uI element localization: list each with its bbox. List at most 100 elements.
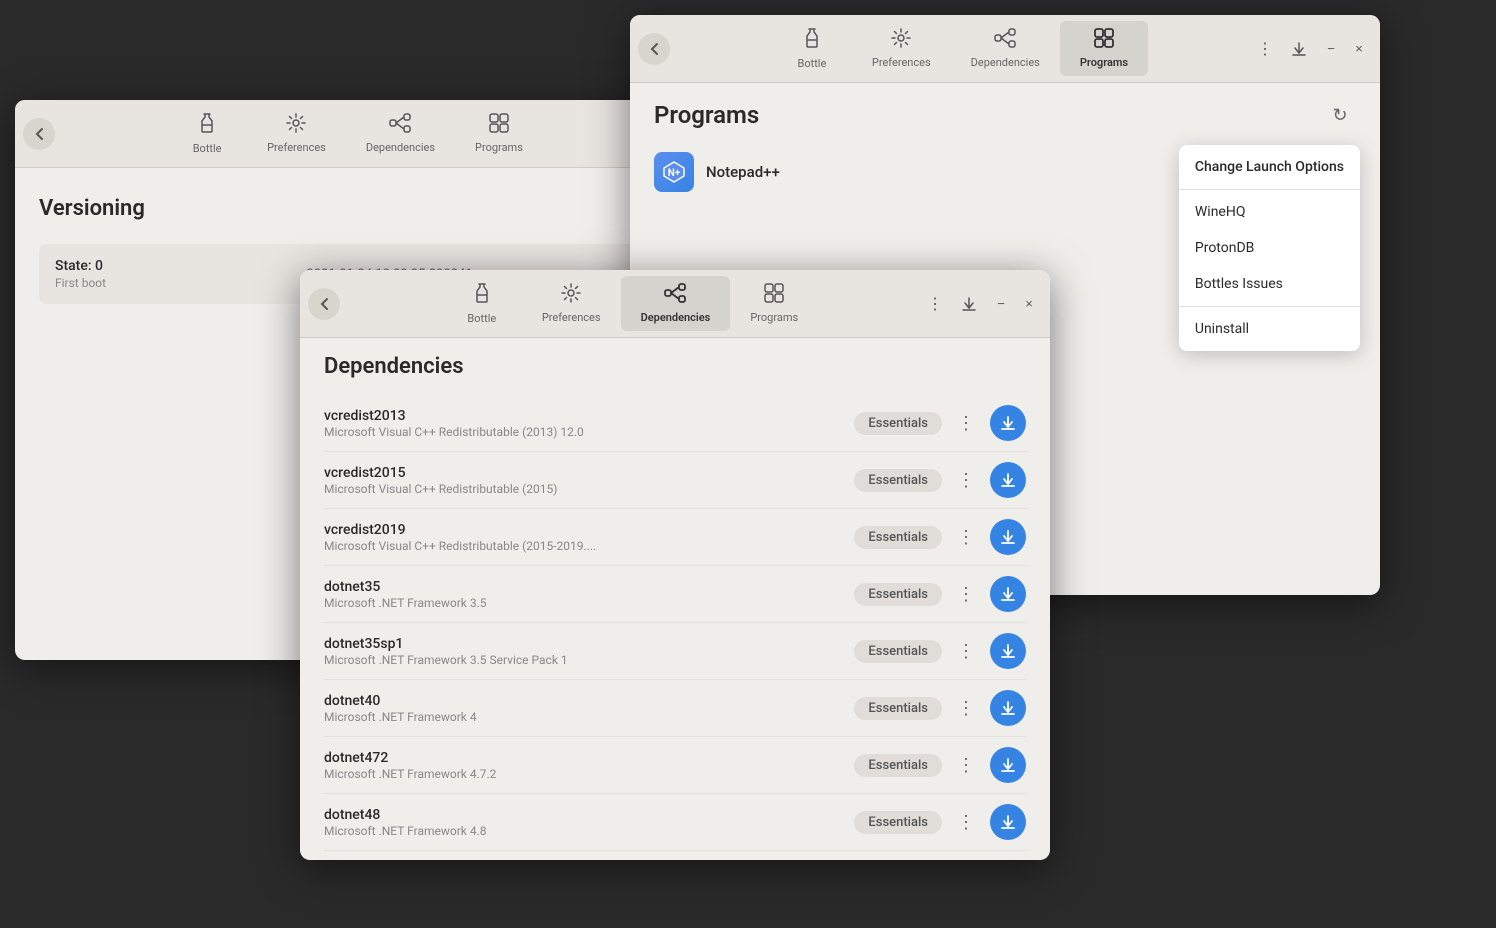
dep-menu-button-4[interactable]: ⋮ — [952, 637, 980, 665]
dep-item: dotnet48 Microsoft .NET Framework 4.8 Es… — [324, 794, 1026, 851]
notepadpp-icon: N+ — [654, 152, 694, 192]
tab-programs-versioning[interactable]: Programs — [455, 106, 543, 161]
prefs-icon-d — [561, 283, 581, 308]
dep-badge-1: Essentials — [854, 469, 942, 492]
dep-badge-3: Essentials — [854, 583, 942, 606]
programs-more-button[interactable]: ⋮ — [1250, 34, 1280, 64]
deps-list: vcredist2013 Microsoft Visual C++ Redist… — [324, 395, 1026, 860]
dep-name-2: vcredist2019 — [324, 522, 844, 538]
dep-download-button-3[interactable] — [990, 576, 1026, 612]
programs-header: Programs ↻ — [630, 83, 1380, 139]
programs-close-button[interactable]: × — [1346, 36, 1372, 62]
tab-bottle-label: Bottle — [193, 142, 222, 155]
dep-name-7: dotnet48 — [324, 807, 844, 823]
dep-item: vcredist2013 Microsoft Visual C++ Redist… — [324, 395, 1026, 452]
dep-download-button-2[interactable] — [990, 519, 1026, 555]
dep-desc-5: Microsoft .NET Framework 4 — [324, 710, 844, 724]
prefs-icon-p — [891, 28, 911, 53]
tab-programs-deps[interactable]: Programs — [730, 276, 818, 331]
deps-minimize-button[interactable]: − — [988, 291, 1014, 317]
dep-desc-7: Microsoft .NET Framework 4.8 — [324, 824, 844, 838]
state-description: First boot — [55, 276, 106, 290]
programs-icon-p — [1094, 28, 1114, 53]
dep-info-7: dotnet48 Microsoft .NET Framework 4.8 — [324, 807, 844, 838]
tab-dependencies-versioning[interactable]: Dependencies — [346, 106, 455, 161]
dep-item: dotnet35 Microsoft .NET Framework 3.5 Es… — [324, 566, 1026, 623]
dependencies-toolbar: Bottle Preferences — [300, 270, 1050, 338]
tab-programs-label: Programs — [475, 141, 523, 154]
programs-minimize-button[interactable]: − — [1318, 36, 1344, 62]
dep-download-button-1[interactable] — [990, 462, 1026, 498]
dep-download-button-4[interactable] — [990, 633, 1026, 669]
dep-info-0: vcredist2013 Microsoft Visual C++ Redist… — [324, 408, 844, 439]
programs-icon-d — [764, 283, 784, 308]
tab-preferences-deps[interactable]: Preferences — [522, 276, 621, 331]
dep-download-button-5[interactable] — [990, 690, 1026, 726]
context-menu-divider-2 — [1179, 306, 1360, 307]
dep-badge-2: Essentials — [854, 526, 942, 549]
dependencies-back-button[interactable] — [308, 288, 340, 320]
dependencies-tabs: Bottle Preferences — [344, 276, 916, 331]
dep-info-2: vcredist2019 Microsoft Visual C++ Redist… — [324, 522, 844, 553]
dep-download-button-7[interactable] — [990, 804, 1026, 840]
dependencies-icon-v — [389, 113, 411, 138]
programs-icon-v — [489, 113, 509, 138]
tab-bottle-programs[interactable]: Bottle — [772, 21, 852, 76]
deps-more-button[interactable]: ⋮ — [920, 289, 950, 319]
programs-toolbar-actions: ⋮ − × — [1250, 34, 1372, 64]
tab-preferences-versioning[interactable]: Preferences — [247, 106, 346, 161]
context-menu-item-change-launch[interactable]: Change Launch Options — [1179, 149, 1360, 185]
dep-info-4: dotnet35sp1 Microsoft .NET Framework 3.5… — [324, 636, 844, 667]
dep-menu-button-1[interactable]: ⋮ — [952, 466, 980, 494]
dep-menu-button-6[interactable]: ⋮ — [952, 751, 980, 779]
dep-desc-2: Microsoft Visual C++ Redistributable (20… — [324, 539, 844, 553]
versioning-back-button[interactable] — [23, 118, 55, 150]
context-menu-divider-1 — [1179, 189, 1360, 190]
refresh-programs-button[interactable]: ↻ — [1324, 99, 1356, 131]
dep-menu-button-5[interactable]: ⋮ — [952, 694, 980, 722]
dep-desc-0: Microsoft Visual C++ Redistributable (20… — [324, 425, 844, 439]
tab-preferences-label: Preferences — [267, 141, 326, 154]
dep-menu-button-0[interactable]: ⋮ — [952, 409, 980, 437]
tab-dependencies-active[interactable]: Dependencies — [621, 276, 731, 331]
deps-toolbar-actions: ⋮ − × — [920, 289, 1042, 319]
programs-window-controls: − × — [1318, 36, 1372, 62]
context-menu-item-uninstall[interactable]: Uninstall — [1179, 311, 1360, 347]
tab-programs-active[interactable]: Programs — [1060, 21, 1148, 76]
dep-name-4: dotnet35sp1 — [324, 636, 844, 652]
dep-item: xmlsdk MSXML (Microsoft XML Parser) 3.0 … — [324, 851, 1026, 860]
context-menu-item-winehq[interactable]: WineHQ — [1179, 194, 1360, 230]
preferences-icon — [286, 113, 306, 138]
context-menu-item-bottles-issues[interactable]: Bottles Issues — [1179, 266, 1360, 302]
dep-download-button-0[interactable] — [990, 405, 1026, 441]
deps-close-button[interactable]: × — [1016, 291, 1042, 317]
dep-info-5: dotnet40 Microsoft .NET Framework 4 — [324, 693, 844, 724]
dep-menu-button-2[interactable]: ⋮ — [952, 523, 980, 551]
dep-desc-1: Microsoft Visual C++ Redistributable (20… — [324, 482, 844, 496]
dep-menu-button-7[interactable]: ⋮ — [952, 808, 980, 836]
dep-name-3: dotnet35 — [324, 579, 844, 595]
tab-dependencies-programs[interactable]: Dependencies — [951, 21, 1060, 76]
dep-download-button-6[interactable] — [990, 747, 1026, 783]
dep-menu-button-3[interactable]: ⋮ — [952, 580, 980, 608]
dep-desc-4: Microsoft .NET Framework 3.5 Service Pac… — [324, 653, 844, 667]
tab-deps-label-p: Dependencies — [971, 56, 1040, 69]
tab-prefs-label-d: Preferences — [542, 311, 601, 324]
dep-item: dotnet40 Microsoft .NET Framework 4 Esse… — [324, 680, 1026, 737]
dep-item: vcredist2015 Microsoft Visual C++ Redist… — [324, 452, 1026, 509]
programs-download-button[interactable] — [1284, 34, 1314, 64]
dep-badge-7: Essentials — [854, 811, 942, 834]
deps-icon-d — [664, 283, 686, 308]
dep-badge-5: Essentials — [854, 697, 942, 720]
tab-programs-label-d: Programs — [750, 311, 798, 324]
context-menu-item-protondb[interactable]: ProtonDB — [1179, 230, 1360, 266]
deps-download-button[interactable] — [954, 289, 984, 319]
tab-bottle-versioning[interactable]: Bottle — [167, 106, 247, 161]
state-id: State: 0 — [55, 258, 106, 274]
programs-back-button[interactable] — [638, 33, 670, 65]
deps-icon-p — [994, 28, 1016, 53]
tab-preferences-programs[interactable]: Preferences — [852, 21, 951, 76]
tab-bottle-deps[interactable]: Bottle — [442, 276, 522, 331]
dep-desc-3: Microsoft .NET Framework 3.5 — [324, 596, 844, 610]
dep-info-1: vcredist2015 Microsoft Visual C++ Redist… — [324, 465, 844, 496]
